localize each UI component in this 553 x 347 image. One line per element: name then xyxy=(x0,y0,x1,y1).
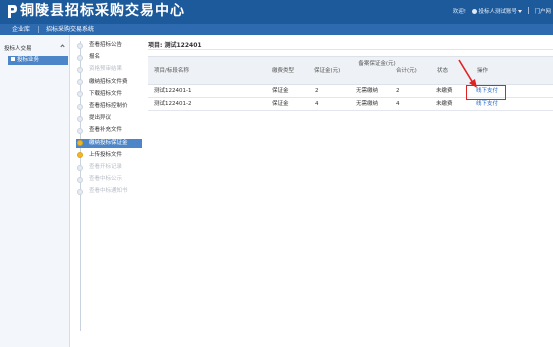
menu-item-enterprise[interactable]: 企业库 xyxy=(12,26,30,33)
logo-icon xyxy=(8,5,17,18)
step-item[interactable]: 下载招标文件 xyxy=(76,90,142,99)
step-item: 查看开标记录 xyxy=(76,163,142,172)
step-dot-icon xyxy=(77,54,83,61)
step-item[interactable]: 上传投标文件 xyxy=(76,151,142,160)
step-dot-icon xyxy=(77,140,83,147)
step-label: 上传投标文件 xyxy=(89,151,123,158)
sidebar-section-title: 投标人交易 xyxy=(4,46,32,52)
step-dot-icon xyxy=(77,66,83,73)
user-menu[interactable]: 投标人测试账号 xyxy=(471,9,522,15)
sidebar-section-header[interactable]: 投标人交易 xyxy=(4,44,66,52)
step-label: 缴纳投标保证金 xyxy=(89,139,128,146)
step-dot-icon xyxy=(77,176,83,183)
chevron-up-icon xyxy=(60,44,65,49)
col-header-deposit: 保证金(元) xyxy=(314,68,341,74)
menu-separator xyxy=(38,26,39,33)
step-label: 查看补充文件 xyxy=(89,127,123,134)
user-icon xyxy=(471,9,477,14)
cell-deposit: 2 xyxy=(315,88,319,94)
divider xyxy=(527,7,529,14)
step-label: 查看招标公告 xyxy=(89,42,123,48)
step-dot-icon xyxy=(77,188,83,195)
deposit-table: 项目/标段名称 缴费类型 保证金(元) 备案保证金(元) 合计(元) 状态 操作… xyxy=(148,56,553,111)
top-header: 铜陵县招标采购交易中心 欢迎! 投标人测试账号 门户网 xyxy=(0,0,553,24)
step-label: 资格预审结果 xyxy=(89,66,123,73)
step-dot-icon xyxy=(77,164,83,171)
step-item: 查看中标通知书 xyxy=(76,187,142,196)
offline-pay-link[interactable]: 线下支付 xyxy=(476,101,498,108)
col-header-name: 项目/标段名称 xyxy=(154,68,189,74)
cell-name: 测试122401-2 xyxy=(154,101,192,107)
step-item[interactable]: 提出异议 xyxy=(76,114,142,123)
step-dot-icon xyxy=(77,91,83,98)
step-item[interactable]: 缴纳投标保证金 xyxy=(76,138,142,148)
col-header-type: 缴费类型 xyxy=(272,68,295,74)
cell-status: 未缴费 xyxy=(436,101,453,107)
portal-label: 门户网 xyxy=(534,9,551,15)
user-area: 欢迎! 投标人测试账号 门户网 xyxy=(449,7,551,15)
welcome-text: 欢迎! xyxy=(452,9,466,15)
menu-item-trading-system[interactable]: 招标采购交易系统 xyxy=(46,26,94,33)
step-label: 查看中标通知书 xyxy=(89,188,128,195)
cell-status: 未缴费 xyxy=(436,88,453,94)
step-dot-icon xyxy=(77,42,83,49)
step-item[interactable]: 查看招标控制价 xyxy=(76,102,142,111)
cell-deposit: 4 xyxy=(315,101,319,107)
cell-filed-deposit: 无需缴纳 xyxy=(356,88,379,94)
step-label: 提出异议 xyxy=(89,115,112,122)
step-label: 报名 xyxy=(89,54,101,61)
project-title: 项目: 测试122401 xyxy=(148,42,202,49)
step-dot-icon xyxy=(77,152,83,159)
step-item[interactable]: 查看补充文件 xyxy=(76,126,142,135)
document-icon xyxy=(11,57,15,61)
sidebar-item-label: 投标业务 xyxy=(17,57,40,63)
divider xyxy=(148,49,553,50)
col-header-total: 合计(元) xyxy=(396,68,417,74)
cell-filed-deposit: 无需缴纳 xyxy=(356,101,379,107)
step-dot-icon xyxy=(77,103,83,110)
step-item: 查看中标公示 xyxy=(76,175,142,184)
col-header-status: 状态 xyxy=(437,68,449,74)
cell-type: 保证金 xyxy=(272,88,289,94)
cell-name: 测试122401-1 xyxy=(154,88,192,94)
cell-total: 4 xyxy=(396,101,400,107)
user-label: 投标人测试账号 xyxy=(478,9,517,15)
step-item[interactable]: 缴纳招标文件费 xyxy=(76,78,142,87)
site-title: 铜陵县招标采购交易中心 xyxy=(20,3,185,19)
menu-bar: 企业库 招标采购交易系统 xyxy=(0,24,553,35)
step-label: 缴纳招标文件费 xyxy=(89,78,128,85)
step-dot-icon xyxy=(77,115,83,122)
step-dot-icon xyxy=(77,79,83,86)
sidebar: 投标人交易 投标业务 xyxy=(0,35,70,347)
step-dot-icon xyxy=(77,127,83,134)
table-header: 项目/标段名称 缴费类型 保证金(元) 备案保证金(元) 合计(元) 状态 操作 xyxy=(148,56,553,85)
step-item: 资格预审结果 xyxy=(76,65,142,74)
portal-link[interactable]: 门户网 xyxy=(534,9,551,15)
chevron-down-icon xyxy=(517,10,522,13)
step-label: 下载招标文件 xyxy=(89,90,123,97)
step-label: 查看开标记录 xyxy=(89,164,123,170)
step-item[interactable]: 查看招标公告 xyxy=(76,41,142,50)
step-item[interactable]: 报名 xyxy=(76,53,142,62)
process-steps: 查看招标公告 报名资格预审结果 缴纳招标文件费 下载招标文件 查看招标控制价 提出异议查看… xyxy=(76,41,142,347)
step-label: 查看中标公示 xyxy=(89,176,123,183)
cell-type: 保证金 xyxy=(272,101,289,107)
annotation-arrow-icon xyxy=(458,59,477,88)
col-header-filed-deposit: 备案保证金(元) xyxy=(358,61,396,67)
sidebar-item-bidding-business[interactable]: 投标业务 xyxy=(8,56,68,65)
cell-total: 2 xyxy=(396,88,400,94)
step-label: 查看招标控制价 xyxy=(89,103,128,109)
